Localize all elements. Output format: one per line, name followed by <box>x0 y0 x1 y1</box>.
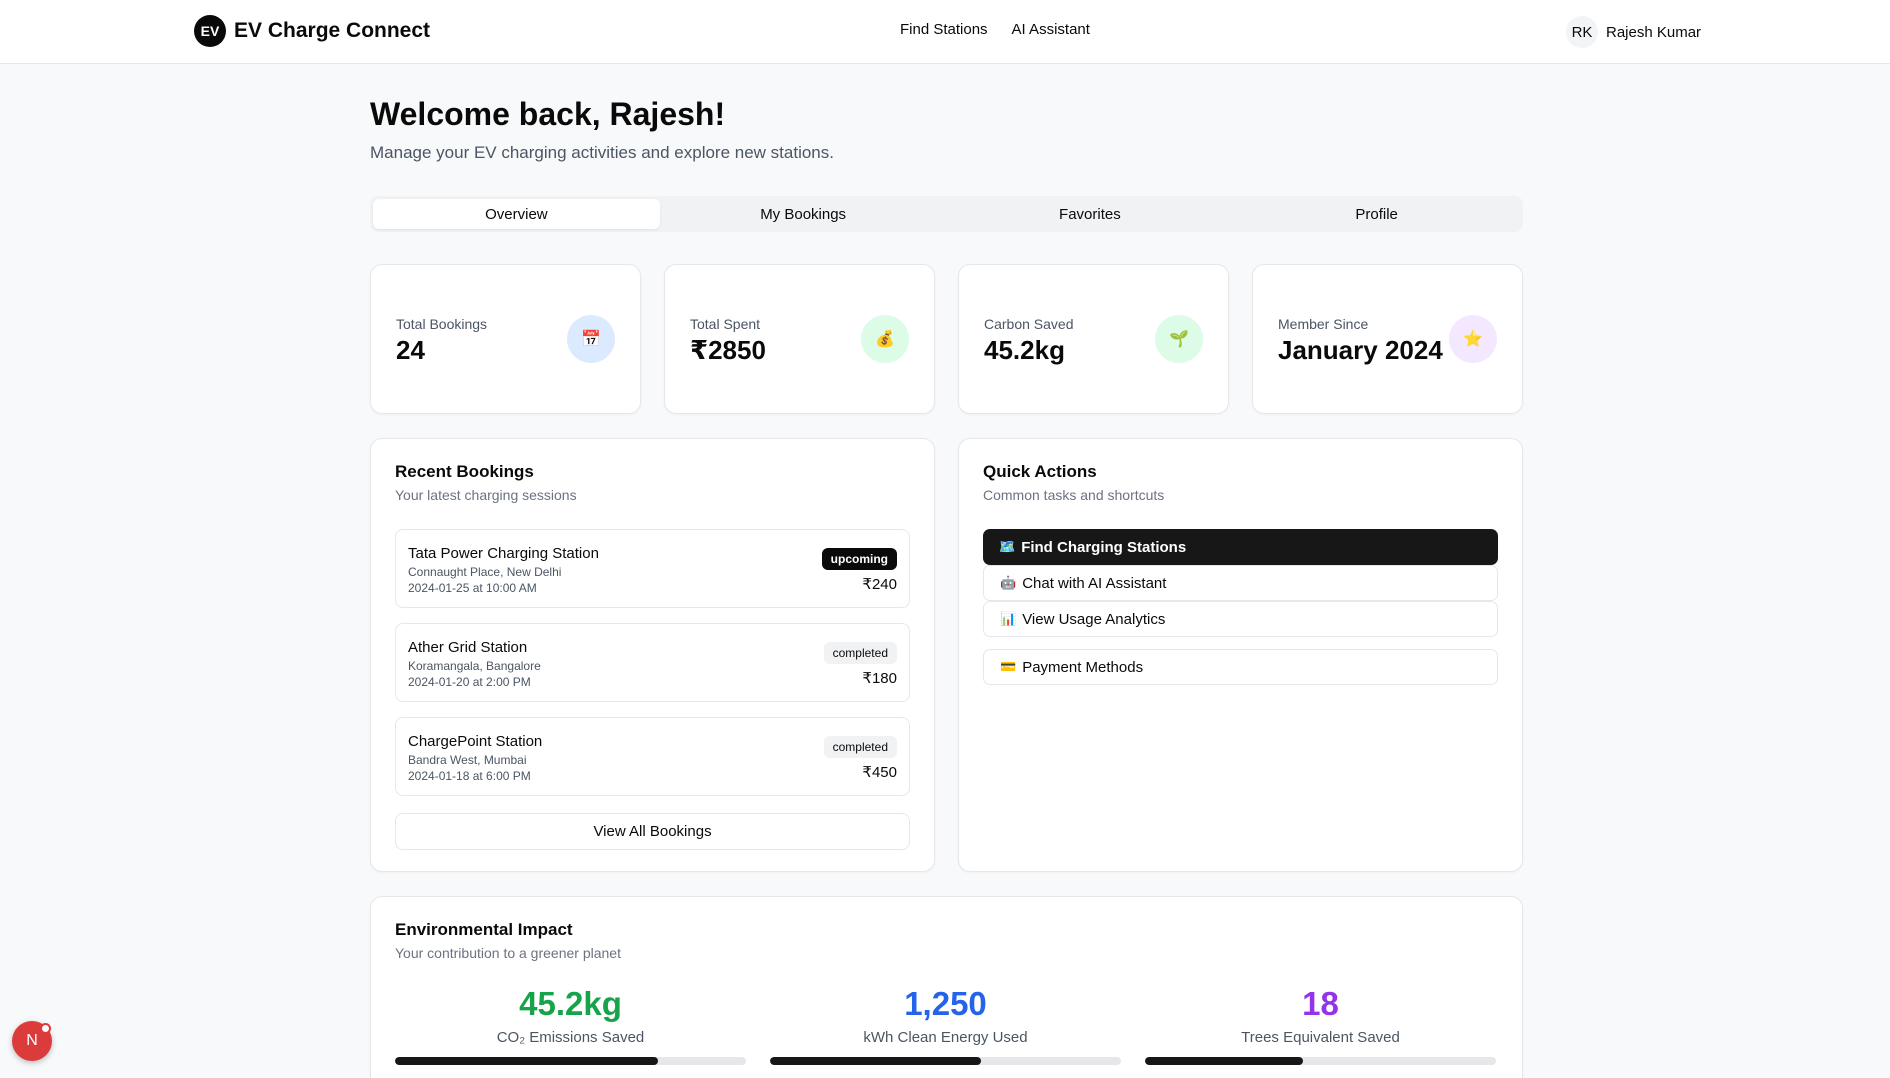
quick-actions-panel: Quick Actions Common tasks and shortcuts… <box>958 438 1523 872</box>
payment-methods-button[interactable]: 💳 Payment Methods <box>983 649 1498 685</box>
credit-card-icon: 💳 <box>1000 659 1017 674</box>
stat-label: Member Since <box>1278 316 1369 332</box>
ev-logo-icon: EV <box>194 15 226 47</box>
nav-link-ai-assistant[interactable]: AI Assistant <box>1012 21 1090 38</box>
button-label: Chat with AI Assistant <box>1022 574 1167 592</box>
tab-my-bookings[interactable]: My Bookings <box>660 199 947 229</box>
stat-card-carbon-saved: Carbon Saved 45.2kg 🌱 <box>958 264 1229 414</box>
progress-bar <box>1145 1057 1496 1065</box>
brand[interactable]: EV EV Charge Connect <box>194 15 430 47</box>
robot-icon: 🤖 <box>1000 575 1017 590</box>
avatar: RK <box>1566 16 1598 48</box>
booking-item[interactable]: ChargePoint Station Bandra West, Mumbai … <box>395 717 910 796</box>
top-navbar: EV EV Charge Connect Find Stations AI As… <box>0 0 1890 64</box>
money-bag-icon: 💰 <box>861 315 909 363</box>
booking-location: Bandra West, Mumbai <box>408 753 527 767</box>
seedling-icon: 🌱 <box>1155 315 1203 363</box>
user-menu[interactable]: RK Rajesh Kumar <box>1566 16 1701 48</box>
bar-chart-icon: 📊 <box>1000 611 1017 626</box>
impact-value: 1,250 <box>904 985 987 1022</box>
stat-label: Total Spent <box>690 316 761 332</box>
impact-metric-trees: 18 Trees Equivalent Saved <box>1145 985 1496 1065</box>
booking-price: ₹240 <box>862 576 897 593</box>
booking-datetime: 2024-01-20 at 2:00 PM <box>408 675 531 689</box>
stat-value: 45.2kg <box>984 335 1065 365</box>
booking-location: Koramangala, Bangalore <box>408 659 541 673</box>
view-all-bookings-button[interactable]: View All Bookings <box>395 813 910 850</box>
impact-label: CO₂ Emissions Saved <box>496 1029 645 1046</box>
button-label: View Usage Analytics <box>1022 610 1166 628</box>
panel-title: Recent Bookings <box>395 462 534 481</box>
stat-card-member-since: Member Since January 2024 ⭐ <box>1252 264 1523 414</box>
progress-fill <box>1145 1057 1303 1065</box>
booking-price: ₹450 <box>862 764 897 781</box>
calendar-icon: 📅 <box>567 315 615 363</box>
page-title: Welcome back, Rajesh! <box>370 96 726 132</box>
status-badge: upcoming <box>821 548 897 570</box>
stat-label: Total Bookings <box>396 316 488 332</box>
notification-dot-icon <box>40 1023 51 1034</box>
recent-bookings-panel: Recent Bookings Your latest charging ses… <box>370 438 935 872</box>
status-badge: completed <box>823 736 897 758</box>
status-badge: completed <box>823 642 897 664</box>
chat-ai-assistant-button[interactable]: 🤖 Chat with AI Assistant <box>983 565 1498 601</box>
tab-profile[interactable]: Profile <box>1233 199 1520 229</box>
tab-favorites[interactable]: Favorites <box>947 199 1234 229</box>
booking-station-name: Tata Power Charging Station <box>408 545 599 562</box>
booking-location: Connaught Place, New Delhi <box>408 565 562 579</box>
stat-value: 24 <box>396 335 425 365</box>
booking-station-name: ChargePoint Station <box>408 733 543 750</box>
tab-overview[interactable]: Overview <box>373 199 660 229</box>
page-subtitle: Manage your EV charging activities and e… <box>370 143 834 162</box>
panel-subtitle: Common tasks and shortcuts <box>983 487 1165 503</box>
button-label: Find Charging Stations <box>1021 538 1187 556</box>
find-charging-stations-button[interactable]: 🗺️ Find Charging Stations <box>983 529 1498 565</box>
star-icon: ⭐ <box>1449 315 1497 363</box>
nav-link-find-stations[interactable]: Find Stations <box>900 21 988 38</box>
progress-fill <box>395 1057 659 1065</box>
panel-subtitle: Your contribution to a greener planet <box>395 945 621 961</box>
booking-item[interactable]: Ather Grid Station Koramangala, Bangalor… <box>395 623 910 702</box>
impact-label: Trees Equivalent Saved <box>1241 1029 1400 1046</box>
progress-fill <box>770 1057 981 1065</box>
main-nav: Find Stations AI Assistant <box>900 21 1090 38</box>
dashboard-tabs: Overview My Bookings Favorites Profile <box>370 196 1523 232</box>
stat-card-total-spent: Total Spent ₹2850 💰 <box>664 264 935 414</box>
stat-label: Carbon Saved <box>984 316 1074 332</box>
panel-subtitle: Your latest charging sessions <box>395 487 577 503</box>
stat-card-total-bookings: Total Bookings 24 📅 <box>370 264 641 414</box>
user-name: Rajesh Kumar <box>1606 23 1702 41</box>
panel-title: Quick Actions <box>983 462 1097 481</box>
booking-item[interactable]: Tata Power Charging Station Connaught Pl… <box>395 529 910 608</box>
impact-metric-energy: 1,250 kWh Clean Energy Used <box>770 985 1121 1065</box>
stat-value: January 2024 <box>1278 335 1443 365</box>
environmental-impact-panel: Environmental Impact Your contribution t… <box>370 896 1523 1078</box>
impact-value: 45.2kg <box>519 985 622 1022</box>
booking-datetime: 2024-01-25 at 10:00 AM <box>408 581 537 595</box>
button-label: Payment Methods <box>1022 658 1144 676</box>
view-usage-analytics-button[interactable]: 📊 View Usage Analytics <box>983 601 1498 637</box>
booking-station-name: Ather Grid Station <box>408 639 528 656</box>
stat-value: ₹2850 <box>690 335 766 365</box>
progress-bar <box>395 1057 746 1065</box>
brand-name: EV Charge Connect <box>234 19 431 42</box>
booking-price: ₹180 <box>862 670 897 687</box>
panel-title: Environmental Impact <box>395 920 573 939</box>
map-icon: 🗺️ <box>999 539 1016 554</box>
impact-value: 18 <box>1302 985 1339 1022</box>
impact-label: kWh Clean Energy Used <box>863 1029 1028 1046</box>
impact-metric-co2: 45.2kg CO₂ Emissions Saved <box>395 985 746 1065</box>
progress-bar <box>770 1057 1121 1065</box>
booking-datetime: 2024-01-18 at 6:00 PM <box>408 769 531 783</box>
